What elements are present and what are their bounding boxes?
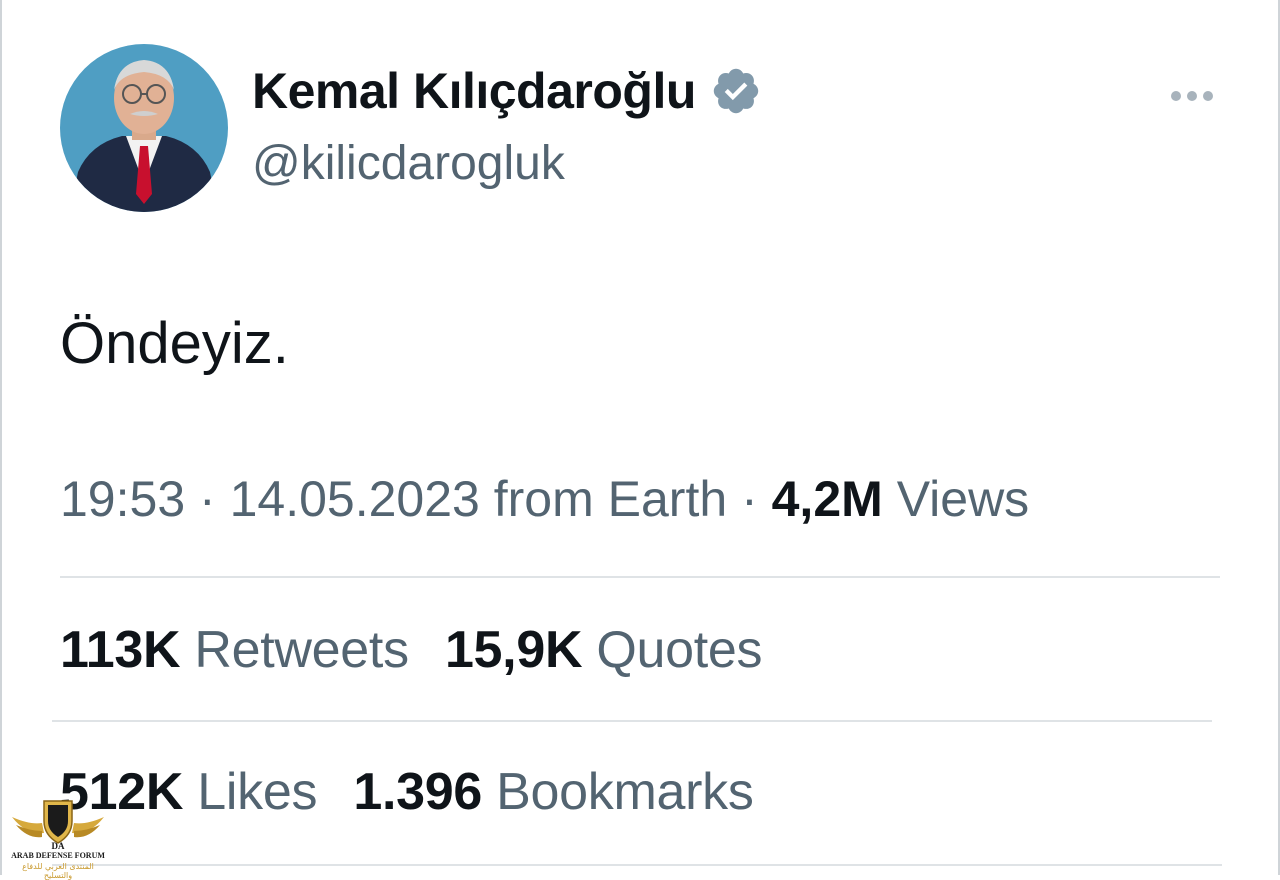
avatar-photo	[60, 44, 228, 212]
tweet-text: Öndeyiz.	[60, 311, 289, 376]
quotes-stat[interactable]: 15,9K Quotes	[444, 620, 763, 680]
views-count: 4,2M	[771, 471, 883, 527]
bookmarks-count: 1.396	[353, 763, 482, 821]
retweets-count: 113K	[60, 621, 181, 679]
watermark-subtitle: المنتدى العربي للدفاع والتسليح	[22, 862, 94, 880]
more-options-icon[interactable]	[1168, 78, 1216, 114]
retweets-label: Retweets	[194, 621, 409, 679]
stats-row-shares: 113K Retweets 15,9K Quotes	[60, 620, 784, 680]
retweets-stat[interactable]: 113K Retweets	[60, 620, 409, 680]
author-display-name[interactable]: Kemal Kılıçdaroğlu	[252, 62, 696, 120]
divider	[52, 720, 1212, 722]
verified-badge-icon[interactable]	[710, 65, 762, 117]
quotes-count: 15,9K	[444, 621, 583, 679]
meta-separator: ·	[199, 471, 216, 527]
divider	[60, 576, 1220, 578]
bookmarks-stat[interactable]: 1.396 Bookmarks	[353, 762, 753, 822]
divider	[52, 864, 1222, 866]
tweet-date[interactable]: 14.05.2023	[230, 471, 480, 527]
likes-label: Likes	[197, 763, 318, 821]
watermark-title: ARAB DEFENSE FORUM	[11, 851, 105, 860]
views-label: Views	[896, 471, 1030, 527]
tweet-source: from Earth	[493, 471, 728, 527]
meta-separator: ·	[741, 471, 758, 527]
watermark-logo-text: DA	[52, 841, 65, 851]
quotes-label: Quotes	[596, 621, 763, 679]
stats-row-engagement: 512K Likes 1.396 Bookmarks	[60, 762, 776, 822]
avatar[interactable]	[60, 44, 228, 212]
author-name-row: Kemal Kılıçdaroğlu	[252, 62, 762, 120]
bookmarks-label: Bookmarks	[496, 763, 754, 821]
tweet-meta: 19:53 · 14.05.2023 from Earth · 4,2M Vie…	[60, 470, 1029, 528]
tweet-time[interactable]: 19:53	[60, 471, 185, 527]
frame-border-left	[0, 0, 2, 875]
author-handle[interactable]: @kilicdarogluk	[252, 136, 565, 191]
